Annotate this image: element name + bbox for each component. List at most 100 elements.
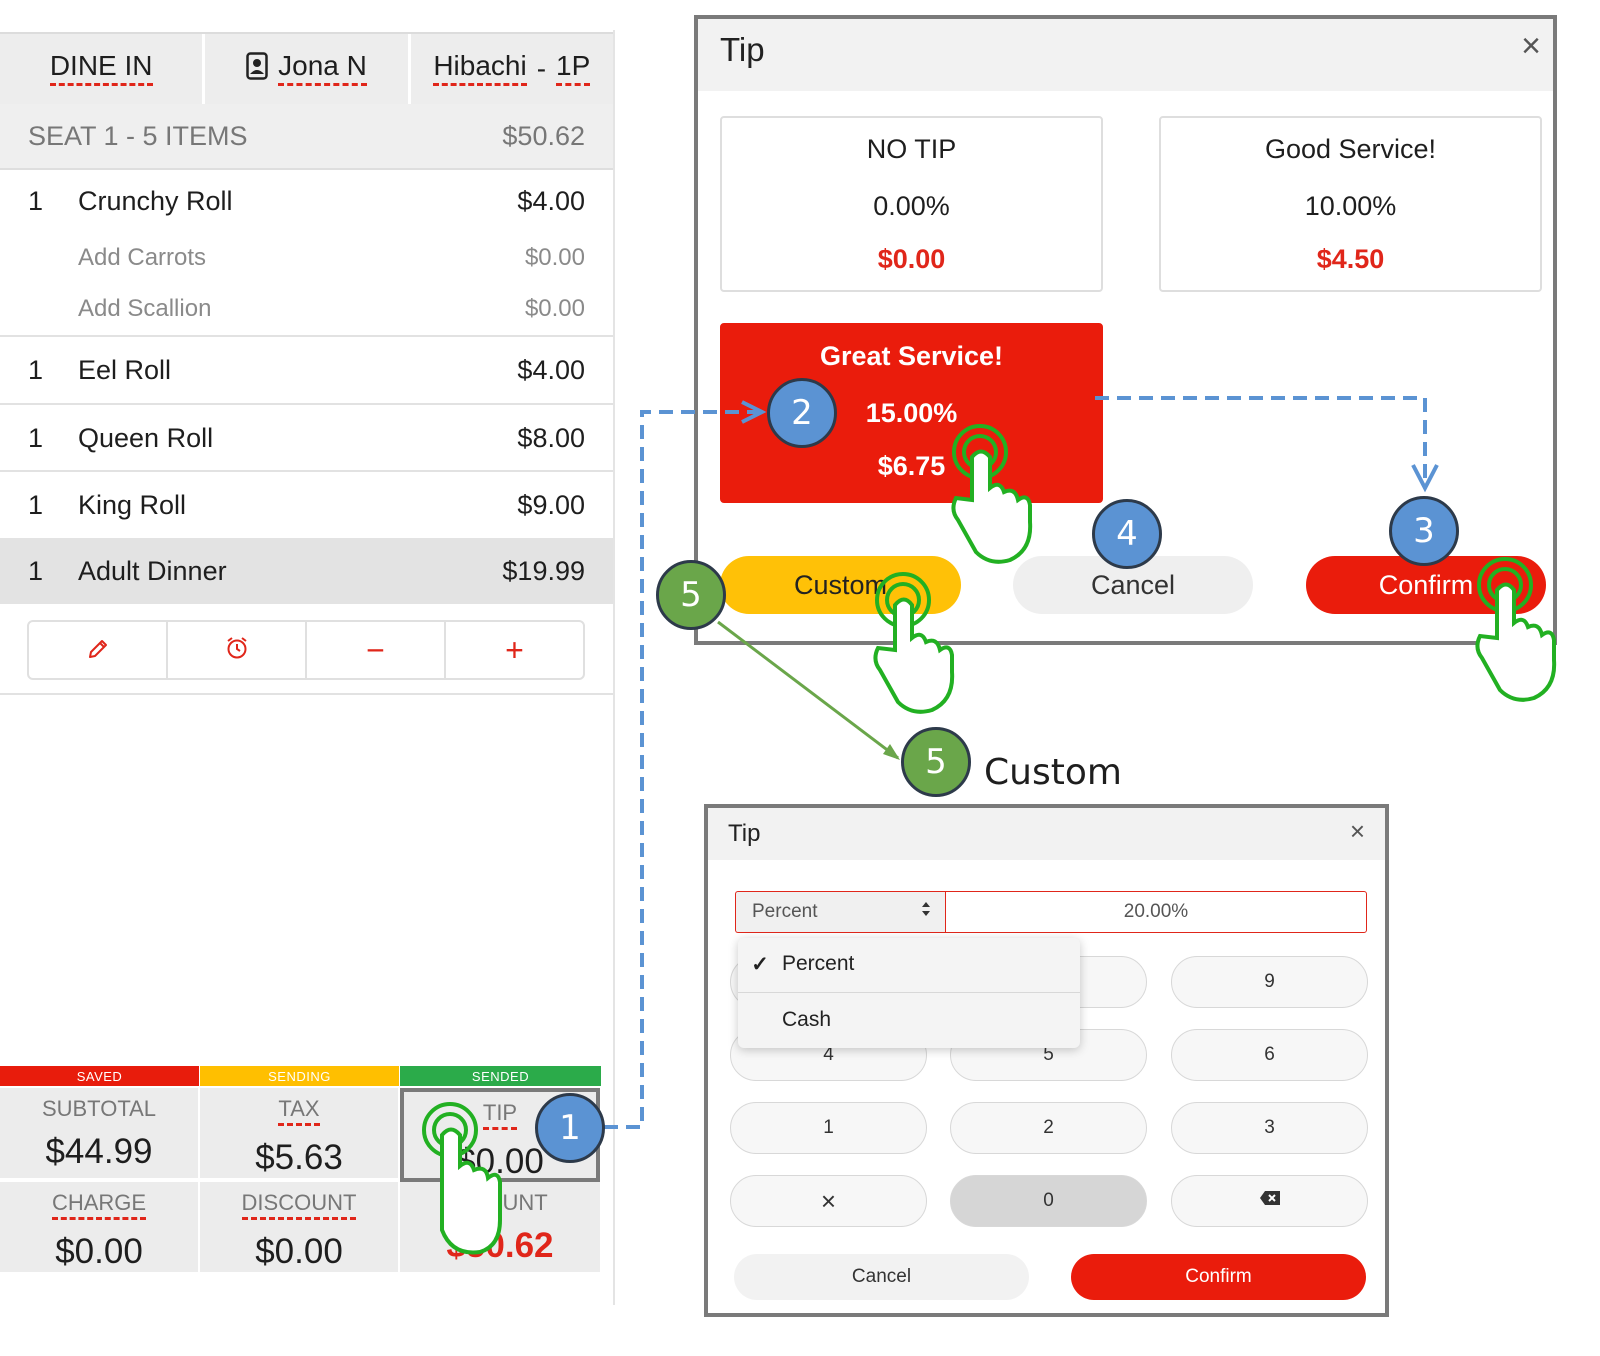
tip-option-no-tip[interactable]: NO TIP 0.00% $0.00 xyxy=(720,116,1103,292)
item-name: Crunchy Roll xyxy=(78,185,233,216)
dialog-header xyxy=(708,808,1385,860)
discount-value: $0.00 xyxy=(255,1232,343,1271)
keypad-clear-button[interactable]: × xyxy=(730,1175,927,1227)
tax-value: $5.63 xyxy=(255,1138,343,1177)
seat-header[interactable]: SEAT 1 - 5 ITEMS $50.62 xyxy=(0,104,613,170)
subtotal-cell: SUBTOTAL $44.99 xyxy=(0,1088,198,1178)
seat-label: SEAT 1 - 5 ITEMS xyxy=(28,120,248,151)
amount-value: $50.62 xyxy=(446,1226,554,1265)
item-price: $8.00 xyxy=(517,422,585,453)
charge-label: CHARGE xyxy=(51,1192,147,1220)
item-qty: 1 xyxy=(28,555,44,586)
table-guests: 1P xyxy=(556,52,591,86)
item-modifier: Add Scallion $0.00 xyxy=(0,295,613,323)
modifier-price: $0.00 xyxy=(524,244,585,271)
tip-value-input[interactable]: 20.00% xyxy=(945,891,1367,933)
dialog-title: Tip xyxy=(728,820,761,847)
menu-item-label: Cash xyxy=(782,1008,832,1031)
tip-option-name: Great Service! xyxy=(819,341,1004,371)
keypad-key-0[interactable]: 0 xyxy=(950,1175,1147,1227)
item-price: $9.00 xyxy=(517,489,585,520)
step-badge-5: 5 xyxy=(656,560,726,630)
status-sended: SENDED xyxy=(400,1066,601,1086)
menu-divider xyxy=(738,992,1080,993)
tip-option-percent: 10.00% xyxy=(1304,191,1397,221)
confirm-button[interactable]: Confirm xyxy=(1071,1254,1366,1300)
discount-label: DISCOUNT xyxy=(241,1192,357,1220)
order-item[interactable]: 1 King Roll $9.00 xyxy=(0,472,613,538)
step-badge-4: 4 xyxy=(1092,499,1162,569)
tip-mode-menu: ✓ Percent Cash xyxy=(738,938,1080,1048)
order-item[interactable]: 1 Eel Roll $4.00 xyxy=(0,337,613,403)
tip-option-amount: $0.00 xyxy=(877,244,946,274)
tab-dine-in[interactable]: DINE IN xyxy=(0,34,206,104)
tip-value: $0.00 xyxy=(456,1142,544,1181)
tip-option-good-service[interactable]: Good Service! 10.00% $4.50 xyxy=(1159,116,1542,292)
dialog-header xyxy=(698,19,1553,91)
divider xyxy=(0,693,613,695)
item-price: $19.99 xyxy=(502,555,585,586)
table-name: Hibachi xyxy=(433,52,527,86)
tip-option-name: Good Service! xyxy=(1264,134,1437,164)
tip-option-amount: $4.50 xyxy=(1316,244,1385,274)
item-name: King Roll xyxy=(78,489,187,520)
custom-button[interactable]: Custom xyxy=(720,556,961,614)
item-name: Queen Roll xyxy=(78,422,214,453)
server-name: Jona N xyxy=(278,52,367,86)
order-item-selected[interactable]: 1 Adult Dinner $19.99 xyxy=(0,538,613,604)
seat-total: $50.62 xyxy=(502,120,585,151)
item-name: Eel Roll xyxy=(78,354,172,385)
custom-tip-dialog: Tip × Percent 20.00% 9 4 5 6 1 2 3 × 0 ✓… xyxy=(704,804,1389,1317)
contact-card-icon xyxy=(246,51,268,87)
order-item[interactable]: 1 Crunchy Roll $4.00 xyxy=(0,172,613,230)
tax-label: TAX xyxy=(278,1098,320,1126)
item-qty: 1 xyxy=(28,354,44,385)
item-name: Adult Dinner xyxy=(78,555,227,586)
tax-cell[interactable]: TAX $5.63 xyxy=(200,1088,398,1178)
keypad-key-1[interactable]: 1 xyxy=(730,1102,927,1154)
keypad-key-2[interactable]: 2 xyxy=(950,1102,1147,1154)
menu-item-cash[interactable]: Cash xyxy=(738,994,1080,1046)
backspace-button[interactable] xyxy=(1171,1175,1368,1227)
cancel-button[interactable]: Cancel xyxy=(734,1254,1029,1300)
order-item[interactable]: 1 Queen Roll $8.00 xyxy=(0,405,613,471)
item-modifier: Add Carrots $0.00 xyxy=(0,244,613,272)
amount-label: AMOUNT xyxy=(452,1190,548,1215)
discount-cell[interactable]: DISCOUNT $0.00 xyxy=(200,1182,398,1272)
menu-item-percent[interactable]: ✓ Percent xyxy=(738,938,1080,990)
step-badge-1: 1 xyxy=(535,1093,605,1163)
charge-cell[interactable]: CHARGE $0.00 xyxy=(0,1182,198,1272)
alarm-clock-icon xyxy=(224,632,250,669)
close-icon[interactable]: × xyxy=(1350,816,1365,847)
subtotal-label: SUBTOTAL xyxy=(41,1096,157,1121)
amount-cell: AMOUNT $50.62 xyxy=(400,1182,600,1272)
step-badge-3: 3 xyxy=(1389,496,1459,566)
updown-arrows-icon xyxy=(921,901,931,923)
charge-value: $0.00 xyxy=(55,1232,143,1271)
tab-table[interactable]: Hibachi - 1P xyxy=(411,34,613,104)
arrowhead xyxy=(883,744,900,760)
item-price: $4.00 xyxy=(517,185,585,216)
item-price: $4.00 xyxy=(517,354,585,385)
close-icon[interactable]: × xyxy=(1521,27,1541,66)
item-actions: − + xyxy=(27,620,585,680)
dine-in-label: DINE IN xyxy=(49,52,153,86)
keypad-key-3[interactable]: 3 xyxy=(1171,1102,1368,1154)
status-sending: SENDING xyxy=(200,1066,399,1086)
keypad-key-6[interactable]: 6 xyxy=(1171,1029,1368,1081)
backspace-icon xyxy=(1259,1190,1281,1212)
tip-mode-value: Percent xyxy=(752,901,818,922)
increase-qty-button[interactable]: + xyxy=(446,622,583,678)
custom-caption: Custom xyxy=(984,752,1122,793)
tab-server[interactable]: Jona N xyxy=(205,34,411,104)
tip-mode-select[interactable]: Percent xyxy=(735,891,945,933)
edit-button[interactable] xyxy=(29,622,168,678)
modifier-price: $0.00 xyxy=(524,295,585,322)
checkmark-icon: ✓ xyxy=(751,952,769,976)
decrease-qty-button[interactable]: − xyxy=(307,622,446,678)
keypad-key-9[interactable]: 9 xyxy=(1171,956,1368,1008)
timer-button[interactable] xyxy=(168,622,307,678)
step-badge-5-custom: 5 xyxy=(901,727,971,797)
subtotal-value: $44.99 xyxy=(45,1132,153,1171)
tip-option-percent: 0.00% xyxy=(873,191,950,221)
